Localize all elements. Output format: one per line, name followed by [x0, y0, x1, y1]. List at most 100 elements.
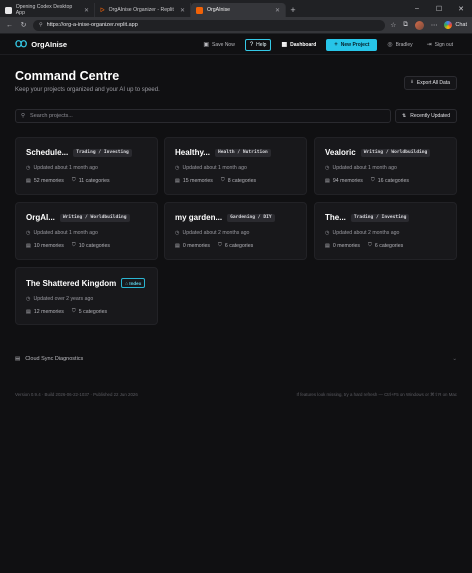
new-tab-button[interactable]: + — [286, 3, 300, 17]
menu-dots-icon[interactable]: ⋯ — [431, 21, 438, 29]
save-now-button[interactable]: ▣ Save Now — [199, 39, 238, 51]
project-updated: Updated about 2 months ago — [332, 230, 400, 236]
close-tab-icon[interactable]: ✕ — [180, 7, 185, 14]
user-icon: ◎ — [387, 42, 393, 48]
url-field[interactable]: ⚲ https://org-a-inise-organizer.replit.a… — [33, 19, 386, 31]
clock-icon: ◷ — [325, 165, 330, 171]
clock-icon: ◷ — [175, 230, 180, 236]
sort-dropdown[interactable]: ⇅ Recently Updated — [395, 109, 457, 123]
project-title: my garden... — [175, 213, 223, 222]
categories-icon: ⛉ — [220, 177, 225, 183]
site-info-icon[interactable]: ⚲ — [39, 22, 43, 28]
project-title: The Shattered Kingdom — [26, 278, 117, 288]
chat-button[interactable]: Chat — [444, 21, 467, 29]
project-memories: 10 memories — [33, 242, 64, 249]
search-input[interactable]: ⚲ Search projects... — [15, 109, 391, 123]
chat-label: Chat — [455, 22, 467, 28]
project-categories: 6 categories — [224, 242, 254, 249]
minimize-button[interactable]: – — [406, 0, 428, 17]
project-card[interactable]: Vealoric Writing / Worldbuilding ◷ Update… — [314, 137, 457, 195]
save-now-label: Save Now — [212, 41, 235, 48]
close-tab-icon[interactable]: ✕ — [275, 7, 280, 14]
project-updated: Updated about 1 month ago — [33, 165, 98, 171]
project-card[interactable]: Healthy... Health / Nutrition ◷ Updated a… — [164, 137, 307, 195]
reload-icon[interactable]: ↻ — [19, 21, 28, 29]
index-badge: ⌂ Index — [121, 278, 146, 288]
project-card[interactable]: The... Trading / Investing ◷ Updated abou… — [314, 202, 457, 260]
logo-text: OrgAInise — [31, 40, 68, 49]
project-updated: Updated about 1 month ago — [182, 165, 247, 171]
project-updated: Updated about 1 month ago — [332, 165, 397, 171]
window-controls: – ☐ ✕ — [406, 0, 472, 17]
browser-tab-title: Opening Codex Desktop App — [15, 4, 73, 16]
sign-out-label: Sign out — [434, 41, 453, 48]
browser-tab-2[interactable]: OrgAInise ✕ — [191, 3, 286, 17]
project-card[interactable]: Schedule... Trading / Investing ◷ Updated… — [15, 137, 158, 195]
help-button[interactable]: ? Help — [244, 38, 272, 51]
project-title: Schedule... — [26, 148, 69, 157]
browser-address-bar: ← ↻ ⚲ https://org-a-inise-organizer.repl… — [0, 17, 472, 34]
diagnostics-label: Cloud Sync Diagnostics — [25, 356, 84, 362]
codex-favicon-icon — [5, 6, 12, 14]
clock-icon: ◷ — [175, 165, 180, 171]
clock-icon: ◷ — [26, 165, 31, 171]
user-menu[interactable]: ◎ Bradley — [383, 39, 416, 51]
project-tag: Writing / Worldbuilding — [360, 148, 431, 157]
project-card[interactable]: The Shattered Kingdom ⌂ Index ◷ Updated o… — [15, 267, 158, 325]
browser-tab-1[interactable]: ᐅ OrgAInise Organizer - Replit ✕ — [95, 3, 191, 17]
project-updated: Updated about 2 months ago — [182, 230, 250, 236]
project-memories: 0 memories — [332, 242, 361, 249]
bookmark-star-icon[interactable]: ☆ — [390, 21, 396, 29]
download-icon: ⭳ — [411, 79, 413, 85]
project-updated: Updated over 2 years ago — [33, 296, 94, 302]
export-label: Export All Data — [416, 80, 450, 86]
url-text: https://org-a-inise-organizer.replit.app — [46, 22, 138, 28]
logo[interactable]: Ꝏ OrgAInise — [15, 39, 67, 50]
orgainise-favicon-icon — [196, 6, 203, 14]
new-project-label: New Project — [340, 41, 370, 48]
browser-tab-0[interactable]: Opening Codex Desktop App ✕ — [0, 3, 95, 17]
close-window-button[interactable]: ✕ — [450, 0, 472, 17]
project-card[interactable]: my garden... Gardening / DIY ◷ Updated ab… — [164, 202, 307, 260]
project-title: OrgAI... — [26, 213, 55, 222]
footer: Version 0.9.4 · Build 2026-06-22-1037 · … — [15, 392, 457, 398]
project-memories: 52 memories — [33, 177, 64, 184]
extensions-icon[interactable]: ⧉ — [403, 21, 408, 29]
project-title: The... — [325, 213, 346, 222]
sign-out-button[interactable]: ⇥ Sign out — [423, 39, 457, 51]
version-info: Version 0.9.4 · Build 2026-06-22-1037 · … — [15, 392, 138, 397]
categories-icon: ⛉ — [218, 242, 222, 248]
dashboard-label: Dashboard — [290, 41, 317, 48]
plus-icon: + — [334, 41, 338, 48]
export-all-data-button[interactable]: ⭳ Export All Data — [404, 76, 457, 90]
project-memories: 15 memories — [182, 177, 213, 184]
project-tag: Gardening / DIY — [227, 213, 275, 222]
project-card[interactable]: OrgAI... Writing / Worldbuilding ◷ Update… — [15, 202, 158, 260]
maximize-button[interactable]: ☐ — [428, 0, 450, 17]
user-name: Bradley — [395, 41, 413, 48]
search-icon: ⚲ — [21, 113, 26, 119]
project-title: Vealoric — [325, 148, 356, 157]
browser-toolbar: ☆ ⧉ ⋯ Chat — [390, 20, 467, 30]
database-icon: ▤ — [175, 177, 180, 184]
back-icon[interactable]: ← — [5, 22, 14, 29]
dashboard-link[interactable]: ▦ Dashboard — [277, 39, 320, 51]
dashboard-icon: ▦ — [281, 42, 288, 48]
app-header: Ꝏ OrgAInise ▣ Save Now ? Help ▦ Dashboar… — [0, 35, 472, 55]
database-icon: ▤ — [26, 177, 31, 184]
profile-avatar[interactable] — [414, 20, 424, 30]
page-title: Command Centre — [15, 69, 120, 83]
project-categories: 8 categories — [227, 177, 257, 184]
cloud-sync-diagnostics-toggle[interactable]: ▤ Cloud Sync Diagnostics ⌄ — [15, 353, 457, 365]
project-updated: Updated about 1 month ago — [33, 230, 98, 236]
database-icon: ▤ — [325, 177, 330, 184]
project-memories: 12 memories — [33, 308, 64, 315]
project-tag: Health / Nutrition — [214, 148, 271, 157]
database-icon: ▤ — [325, 242, 330, 249]
new-project-button[interactable]: + New Project — [326, 38, 378, 51]
project-memories: 94 memories — [332, 177, 363, 184]
help-icon: ? — [249, 41, 254, 48]
browser-tab-bar: Opening Codex Desktop App ✕ ᐅ OrgAInise … — [0, 0, 472, 17]
close-tab-icon[interactable]: ✕ — [84, 7, 89, 14]
project-categories: 6 categories — [374, 242, 404, 249]
